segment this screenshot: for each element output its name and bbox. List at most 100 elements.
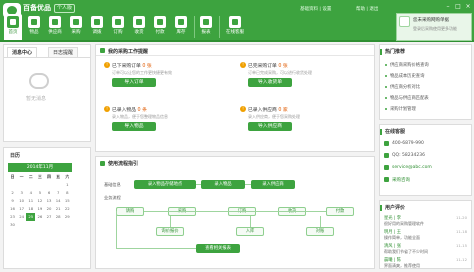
user-box: 您未采购网购单据 登录后采购使用更多功能 xyxy=(396,13,472,41)
calendar-day[interactable]: 13 xyxy=(45,197,54,205)
calendar-day[interactable]: 9 xyxy=(8,197,17,205)
nav-item-7[interactable]: 付款 xyxy=(151,14,169,40)
calendar-day[interactable]: 14 xyxy=(54,197,63,205)
calendar-day[interactable]: 8 xyxy=(63,189,72,197)
goods-icon xyxy=(28,16,40,28)
calendar-day xyxy=(63,221,72,229)
weekday-label: 一 xyxy=(19,174,24,179)
calendar-day[interactable]: 26 xyxy=(35,213,44,221)
calendar-day[interactable]: 19 xyxy=(35,205,44,213)
nav-item-9[interactable]: 报表 xyxy=(197,14,215,40)
flow-business-step[interactable]: 付款 xyxy=(326,207,354,216)
app-brand: 百备优品 xyxy=(23,4,51,12)
flow-sub-step[interactable]: 对账 xyxy=(306,227,334,236)
tasks-panel: 我的采购工作提醒 ! 已下采购订单 0 张订单可以让您的工作更快捷更有效 导入订单!… xyxy=(95,44,375,152)
calendar-day[interactable]: 27 xyxy=(45,213,54,221)
task-action-button[interactable]: 导入物品 xyxy=(112,122,156,131)
nav-item-6[interactable]: 收货 xyxy=(130,14,148,40)
hot-title: 热门推荐 xyxy=(385,49,406,55)
hot-link[interactable]: 物品与供应商匹配表 xyxy=(390,95,429,101)
nav-label: 库存 xyxy=(176,30,186,35)
task-title: 已完采购订单 0 张 xyxy=(248,64,288,69)
task-subtitle: 订单可以让您的工作更快捷更有效 xyxy=(112,70,172,75)
calendar-day[interactable]: 22 xyxy=(63,205,72,213)
flow-basic-step[interactable]: 录入供应商 xyxy=(251,180,295,189)
calendar-day[interactable]: 3 xyxy=(17,189,26,197)
close-icon[interactable]: × xyxy=(464,3,472,10)
task-action-button[interactable]: 导入订单 xyxy=(112,78,156,87)
nav-label: 在线客服 xyxy=(226,30,244,35)
calendar-day[interactable]: 25 xyxy=(26,213,36,221)
calendar-day[interactable]: 16 xyxy=(8,205,17,213)
alert-icon: ! xyxy=(104,106,110,112)
maximize-icon[interactable]: □ xyxy=(454,3,462,10)
calendar-day[interactable]: 17 xyxy=(17,205,26,213)
calendar-panel: 日历 2014年11月 日一二三四五六 1 2 3 4 5 6 7 8 9 10 11 12 13 14 15… xyxy=(3,147,91,269)
hot-link[interactable]: 采购计划管理 xyxy=(390,106,416,112)
view-reports-button[interactable]: 查看相关报表 xyxy=(196,244,240,253)
calendar-day[interactable]: 29 xyxy=(63,213,72,221)
email-link[interactable]: service@abc.com xyxy=(392,165,432,170)
tab-log-reminder[interactable]: 日志提醒 xyxy=(48,47,79,57)
calendar-day[interactable]: 2 xyxy=(8,189,17,197)
online-icon xyxy=(384,177,389,182)
user-box-line2[interactable]: 登录后采购使用更多功能 xyxy=(413,26,457,32)
avatar[interactable] xyxy=(399,16,410,27)
flow-business-step[interactable]: 请购 xyxy=(116,207,144,216)
hot-link[interactable]: 供应商分析对比 xyxy=(390,84,420,90)
calendar-grid: 日一二三四五六 1 2 3 4 5 6 7 8 9 10 11 12 13 14 15 16 17 18 19 20 21… xyxy=(8,173,72,229)
calendar-day[interactable]: 6 xyxy=(45,189,54,197)
weekday-label: 三 xyxy=(38,174,42,179)
task-card: ! 已完采购订单 0 张订单已完成采购，可以进行收货处理 导入收货单 xyxy=(240,61,360,97)
minimize-icon[interactable]: – xyxy=(444,3,452,10)
task-action-button[interactable]: 导入供应商 xyxy=(248,122,292,131)
flow-sub-step[interactable]: 入库 xyxy=(236,227,264,236)
calendar-month[interactable]: 2014年11月 xyxy=(8,163,72,172)
task-subtitle: 录入供应商，便于您采购处理 xyxy=(248,114,300,119)
calendar-day[interactable]: 21 xyxy=(54,205,63,213)
calendar-day[interactable]: 20 xyxy=(45,205,54,213)
calendar-day[interactable]: 18 xyxy=(26,205,35,213)
bullet-icon xyxy=(385,86,387,88)
task-card: ! 已下采购订单 0 张订单可以让您的工作更快捷更有效 导入订单 xyxy=(104,61,224,97)
top-links-user[interactable]: 帮助 | 退出 xyxy=(356,6,378,12)
flow-sub-step[interactable]: 询价报价 xyxy=(156,227,184,236)
flow-basic-step[interactable]: 录入物品存储地点 xyxy=(134,180,196,189)
calendar-day[interactable]: 11 xyxy=(26,197,35,205)
nav-item-4[interactable]: 调拨 xyxy=(88,14,106,40)
calendar-day xyxy=(17,221,26,229)
calendar-day xyxy=(35,181,44,189)
calendar-day[interactable]: 30 xyxy=(8,221,17,229)
calendar-day xyxy=(26,181,35,189)
calendar-day[interactable]: 12 xyxy=(35,197,44,205)
calendar-day[interactable]: 4 xyxy=(26,189,35,197)
flow-basic-step[interactable]: 录入物品 xyxy=(201,180,245,189)
online-consult-link[interactable]: 采购咨询 xyxy=(392,177,410,183)
calendar-day[interactable]: 24 xyxy=(17,213,26,221)
nav-item-0[interactable]: 首页 xyxy=(4,14,22,40)
calendar-day[interactable]: 5 xyxy=(35,189,44,197)
nav-item-8[interactable]: 库存 xyxy=(172,14,190,40)
nav-item-3[interactable]: 采购 xyxy=(67,14,85,40)
nav-item-1[interactable]: 物品 xyxy=(25,14,43,40)
calendar-day[interactable]: 7 xyxy=(54,189,63,197)
calendar-day[interactable]: 23 xyxy=(8,213,17,221)
tasks-title: 我的采购工作提醒 xyxy=(108,49,149,55)
calendar-day[interactable]: 28 xyxy=(54,213,63,221)
hot-link[interactable]: 供应商采购价格查询 xyxy=(390,62,429,68)
calendar-day[interactable]: 10 xyxy=(17,197,26,205)
comment-text: 帮助我们节省了不少时间 xyxy=(384,249,428,254)
nav-item-5[interactable]: 订购 xyxy=(109,14,127,40)
tab-message-center[interactable]: 消息中心 xyxy=(7,47,38,57)
empty-message-icon xyxy=(29,73,49,89)
top-links-center[interactable]: 基础资料 | 设置 xyxy=(300,6,331,12)
comment-date: 11-20 xyxy=(455,215,467,220)
nav-item-10[interactable]: 在线客服 xyxy=(222,14,248,40)
nav-item-2[interactable]: 供应商 xyxy=(46,14,64,40)
task-action-button[interactable]: 导入收货单 xyxy=(248,78,292,87)
calendar-day[interactable]: 15 xyxy=(63,197,72,205)
payment-icon xyxy=(154,16,166,28)
bullet-icon xyxy=(385,97,387,99)
calendar-day[interactable]: 1 xyxy=(63,181,72,189)
hot-link[interactable]: 物品成本历史查询 xyxy=(390,73,424,79)
